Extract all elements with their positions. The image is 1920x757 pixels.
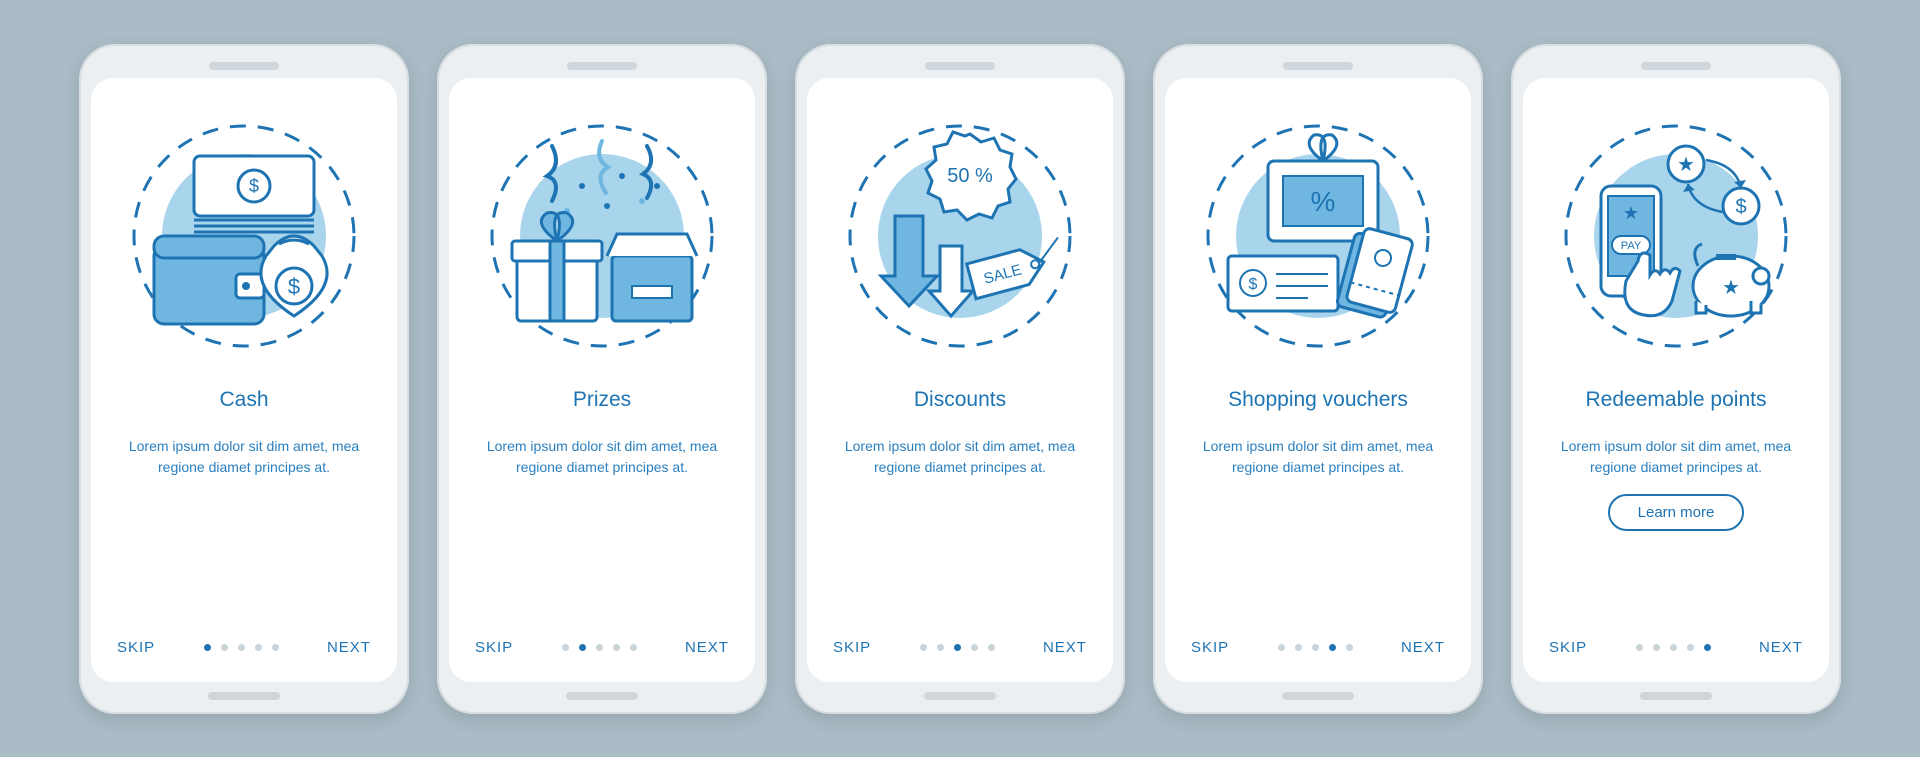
skip-button[interactable]: SKIP — [475, 639, 513, 656]
phone-speaker — [209, 62, 279, 70]
phone-homebar — [924, 692, 996, 700]
screen-redeemable: ★ $ ★ PAY ★ — [1523, 78, 1829, 682]
progress-dots — [920, 644, 995, 651]
dot — [988, 644, 995, 651]
next-button[interactable]: NEXT — [1043, 639, 1087, 656]
pay-button-label: PAY — [1621, 240, 1642, 252]
phone-homebar — [566, 692, 638, 700]
svg-text:★: ★ — [1623, 203, 1639, 223]
screen-cash: $ $ Cash Lorem ipsum dolor sit dim amet,… — [91, 78, 397, 682]
screen-description: Lorem ipsum dolor sit dim amet, mea regi… — [840, 436, 1080, 478]
progress-dots — [562, 644, 637, 651]
dot — [204, 644, 211, 651]
progress-dots — [204, 644, 279, 651]
onboarding-footer: SKIP NEXT — [113, 639, 375, 662]
dot — [954, 644, 961, 651]
onboarding-screens-row: $ $ Cash Lorem ipsum dolor sit dim amet,… — [49, 4, 1871, 754]
dot — [562, 644, 569, 651]
skip-button[interactable]: SKIP — [1549, 639, 1587, 656]
next-button[interactable]: NEXT — [685, 639, 729, 656]
redeemable-points-icon: ★ $ ★ PAY ★ — [1556, 116, 1796, 356]
onboarding-footer: SKIP NEXT — [471, 639, 733, 662]
phone-frame-cash: $ $ Cash Lorem ipsum dolor sit dim amet,… — [79, 44, 409, 714]
dot — [1329, 644, 1336, 651]
screen-description: Lorem ipsum dolor sit dim amet, mea regi… — [1198, 436, 1438, 478]
dot — [221, 644, 228, 651]
phone-homebar — [1640, 692, 1712, 700]
dot — [1653, 644, 1660, 651]
phone-speaker — [925, 62, 995, 70]
dot — [1636, 644, 1643, 651]
dot — [238, 644, 245, 651]
dot — [255, 644, 262, 651]
svg-text:%: % — [1311, 186, 1336, 217]
prizes-gift-icon — [482, 116, 722, 356]
next-button[interactable]: NEXT — [1401, 639, 1445, 656]
screen-title: Discounts — [914, 374, 1006, 428]
phone-speaker — [1283, 62, 1353, 70]
svg-text:★: ★ — [1677, 154, 1695, 176]
phone-speaker — [1641, 62, 1711, 70]
dot — [1295, 644, 1302, 651]
learn-more-button[interactable]: Learn more — [1608, 494, 1745, 531]
phone-frame-vouchers: % $ Shopping vouchers Lorem ipsum dolor — [1153, 44, 1483, 714]
dot — [630, 644, 637, 651]
svg-text:$: $ — [1735, 196, 1746, 218]
vouchers-tickets-icon: % $ — [1198, 116, 1438, 356]
svg-text:★: ★ — [1722, 277, 1740, 299]
screen-title: Cash — [219, 374, 268, 428]
cash-wallet-icon: $ $ — [124, 116, 364, 356]
dot — [937, 644, 944, 651]
discounts-sale-icon: 50 % SALE — [840, 116, 1080, 356]
onboarding-footer: SKIP NEXT — [1187, 639, 1449, 662]
dot — [579, 644, 586, 651]
onboarding-footer: SKIP NEXT — [829, 639, 1091, 662]
dot — [1278, 644, 1285, 651]
phone-speaker — [567, 62, 637, 70]
phone-frame-prizes: Prizes Lorem ipsum dolor sit dim amet, m… — [437, 44, 767, 714]
screen-vouchers: % $ Shopping vouchers Lorem ipsum dolor — [1165, 78, 1471, 682]
dot — [1687, 644, 1694, 651]
dot — [1704, 644, 1711, 651]
svg-text:$: $ — [1249, 276, 1258, 293]
phone-frame-redeemable: ★ $ ★ PAY ★ — [1511, 44, 1841, 714]
phone-frame-discounts: 50 % SALE Discounts Lorem ipsum dolor si… — [795, 44, 1125, 714]
skip-button[interactable]: SKIP — [1191, 639, 1229, 656]
dot — [596, 644, 603, 651]
dot — [613, 644, 620, 651]
svg-text:$: $ — [249, 176, 259, 196]
dot — [1346, 644, 1353, 651]
screen-prizes: Prizes Lorem ipsum dolor sit dim amet, m… — [449, 78, 755, 682]
screen-title: Redeemable points — [1586, 374, 1767, 428]
screen-description: Lorem ipsum dolor sit dim amet, mea regi… — [482, 436, 722, 478]
screen-title: Prizes — [573, 374, 631, 428]
skip-button[interactable]: SKIP — [833, 639, 871, 656]
svg-text:$: $ — [288, 274, 300, 299]
next-button[interactable]: NEXT — [1759, 639, 1803, 656]
skip-button[interactable]: SKIP — [117, 639, 155, 656]
progress-dots — [1278, 644, 1353, 651]
phone-homebar — [1282, 692, 1354, 700]
next-button[interactable]: NEXT — [327, 639, 371, 656]
dot — [920, 644, 927, 651]
dot — [971, 644, 978, 651]
screen-description: Lorem ipsum dolor sit dim amet, mea regi… — [1556, 436, 1796, 478]
screen-discounts: 50 % SALE Discounts Lorem ipsum dolor si… — [807, 78, 1113, 682]
discount-badge-text: 50 % — [947, 165, 993, 187]
screen-title: Shopping vouchers — [1228, 374, 1408, 428]
progress-dots — [1636, 644, 1711, 651]
dot — [1670, 644, 1677, 651]
onboarding-footer: SKIP NEXT — [1545, 639, 1807, 662]
phone-homebar — [208, 692, 280, 700]
dot — [1312, 644, 1319, 651]
dot — [272, 644, 279, 651]
screen-description: Lorem ipsum dolor sit dim amet, mea regi… — [124, 436, 364, 478]
